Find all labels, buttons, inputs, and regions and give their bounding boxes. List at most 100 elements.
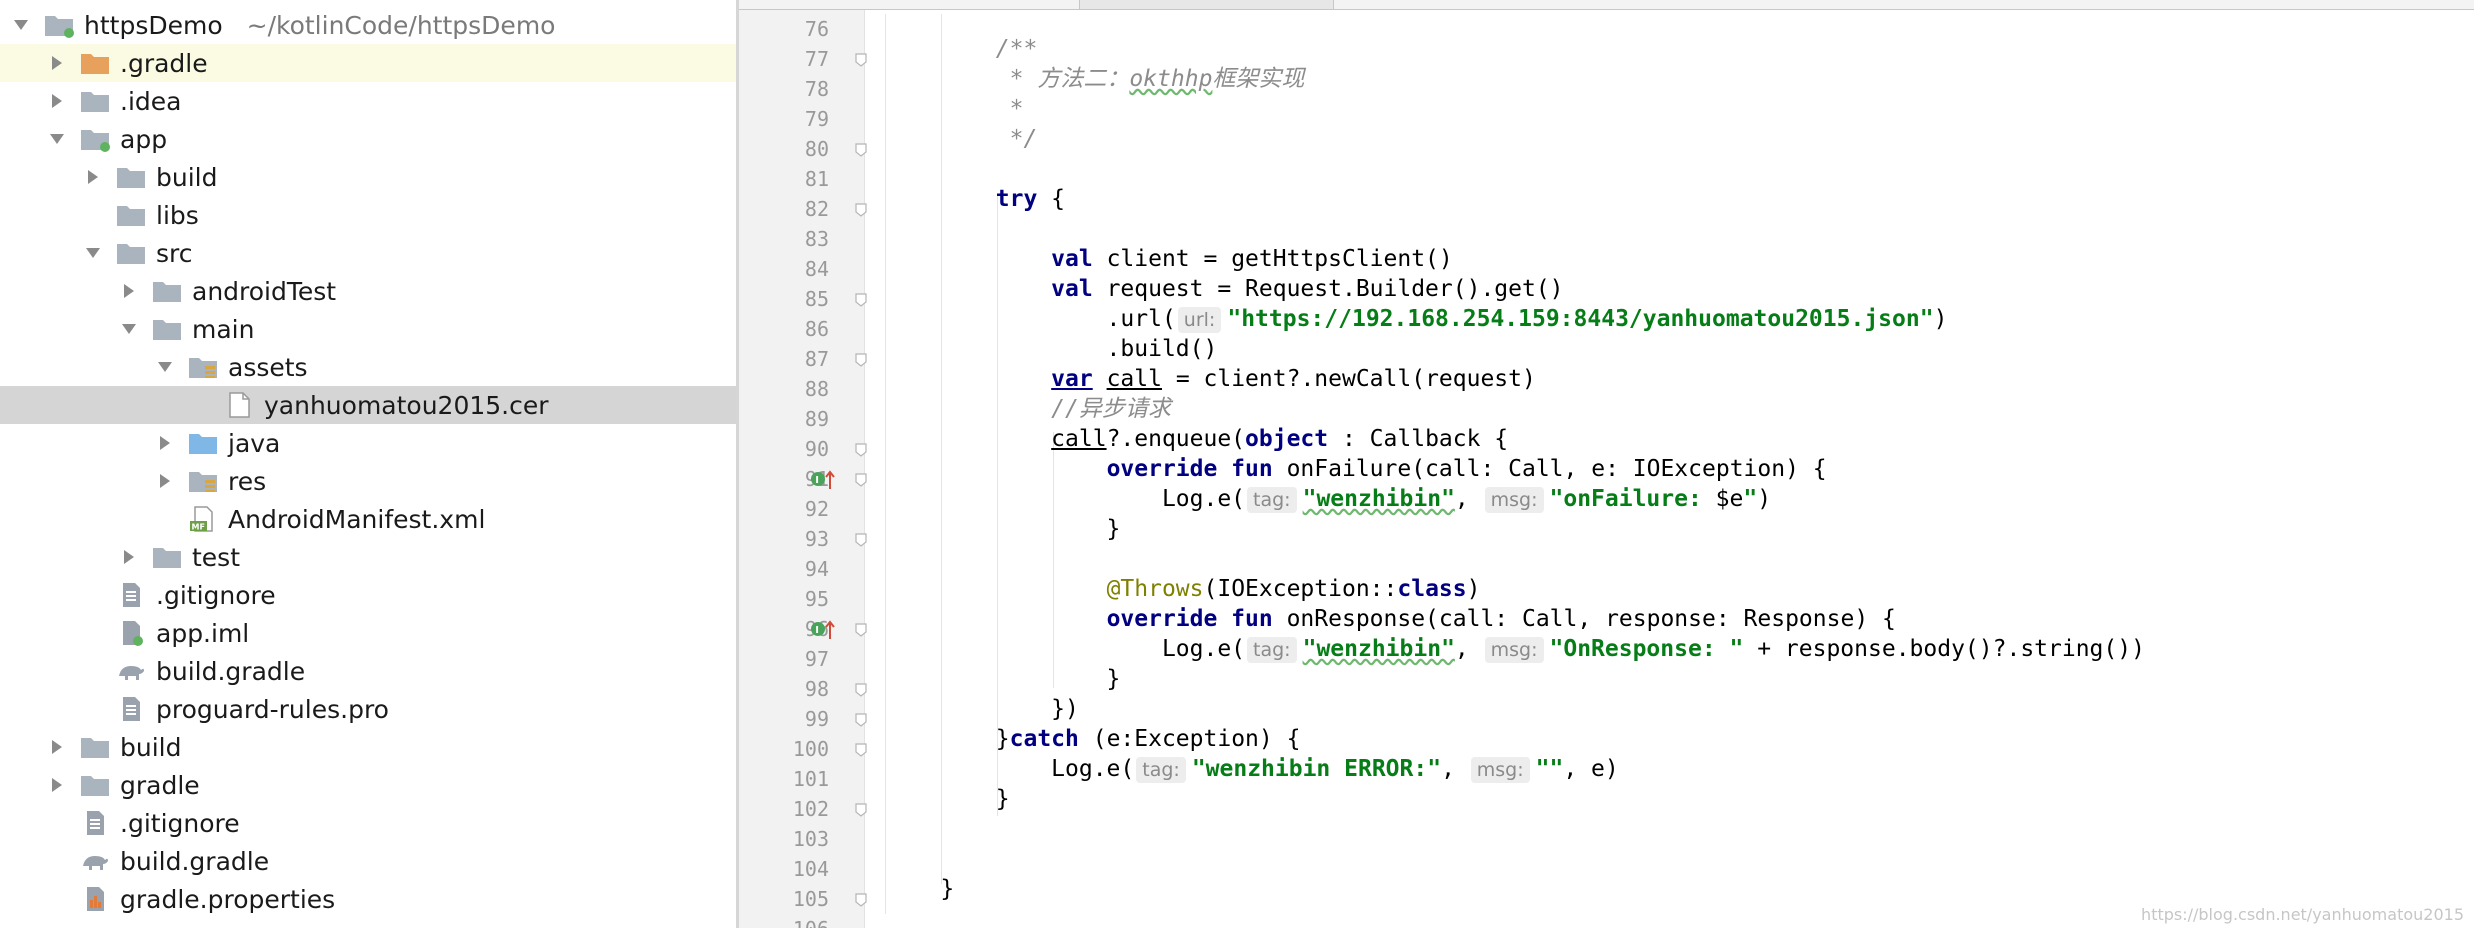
line-number[interactable]: 90	[739, 434, 829, 464]
line-number-gutter[interactable]: 76777879808182838485868788899091I9293949…	[739, 10, 868, 928]
tree-item[interactable]: .gitignore	[0, 576, 736, 614]
code-line[interactable]: * 方法二：okthhp框架实现	[885, 64, 1305, 94]
tree-item[interactable]: build.gradle	[0, 842, 736, 880]
line-number[interactable]: 84	[739, 254, 829, 284]
tree-item[interactable]: java	[0, 424, 736, 462]
chevron-right-icon[interactable]	[46, 90, 68, 112]
code-line[interactable]: }	[885, 514, 1121, 544]
tree-item[interactable]: androidTest	[0, 272, 736, 310]
fold-marker-icon[interactable]	[854, 532, 868, 547]
tree-item[interactable]: build	[0, 728, 736, 766]
code-line[interactable]: *	[885, 94, 1024, 124]
tree-item[interactable]: gradle	[0, 766, 736, 804]
fold-marker-icon[interactable]	[854, 892, 868, 907]
line-number[interactable]: 87	[739, 344, 829, 374]
code-line[interactable]: Log.e(tag: "wenzhibin ERROR:", msg: "", e)	[885, 754, 1619, 784]
line-number[interactable]: 92	[739, 494, 829, 524]
chevron-right-icon[interactable]	[118, 280, 140, 302]
chevron-right-icon[interactable]	[118, 546, 140, 568]
line-number[interactable]: 99	[739, 704, 829, 734]
line-number[interactable]: 79	[739, 104, 829, 134]
tree-item[interactable]: MF AndroidManifest.xml	[0, 500, 736, 538]
code-line[interactable]: val request = Request.Builder().get()	[885, 274, 1563, 304]
fold-marker-icon[interactable]	[854, 142, 868, 157]
code-line[interactable]: /**	[885, 34, 1038, 64]
line-number[interactable]: 77	[739, 44, 829, 74]
tree-item[interactable]: proguard-rules.pro	[0, 690, 736, 728]
line-number[interactable]: 85	[739, 284, 829, 314]
chevron-right-icon[interactable]	[154, 470, 176, 492]
code-line[interactable]: val client = getHttpsClient()	[885, 244, 1453, 274]
tree-item[interactable]: app.iml	[0, 614, 736, 652]
line-number[interactable]: 89	[739, 404, 829, 434]
code-line[interactable]: override fun onFailure(call: Call, e: IO…	[885, 454, 1827, 484]
line-number[interactable]: 82	[739, 194, 829, 224]
code-line[interactable]: .url(url: "https://192.168.254.159:8443/y…	[885, 304, 1947, 334]
code-line[interactable]: */	[885, 124, 1038, 154]
code-editor[interactable]: 76777879808182838485868788899091I9293949…	[739, 0, 2474, 928]
tree-item[interactable]: .gitignore	[0, 804, 736, 842]
tree-item[interactable]: build	[0, 158, 736, 196]
implements-override-icon[interactable]: I	[809, 467, 839, 491]
tree-item[interactable]: libs	[0, 196, 736, 234]
code-line[interactable]: Log.e(tag: "wenzhibin", msg: "OnResponse: …	[885, 634, 2145, 664]
tree-item[interactable]: assets	[0, 348, 736, 386]
chevron-right-icon[interactable]	[82, 166, 104, 188]
code-line[interactable]: }catch (e:Exception) {	[885, 724, 1301, 754]
chevron-down-icon[interactable]	[46, 128, 68, 150]
tree-item[interactable]: .idea	[0, 82, 736, 120]
tree-item[interactable]: httpsDemo ~/kotlinCode/httpsDemo	[0, 6, 736, 44]
code-line[interactable]: try {	[885, 184, 1065, 214]
line-number[interactable]: 86	[739, 314, 829, 344]
code-line[interactable]: }	[885, 784, 1010, 814]
tree-item[interactable]: build.gradle	[0, 652, 736, 690]
code-line[interactable]: //异步请求	[885, 394, 1171, 424]
line-number[interactable]: 93	[739, 524, 829, 554]
code-line[interactable]: Log.e(tag: "wenzhibin", msg: "onFailure: $…	[885, 484, 1771, 514]
line-number[interactable]: 106	[739, 914, 829, 928]
code-line[interactable]: override fun onResponse(call: Call, resp…	[885, 604, 1896, 634]
line-number[interactable]: 97	[739, 644, 829, 674]
chevron-down-icon[interactable]	[118, 318, 140, 340]
tree-item[interactable]: test	[0, 538, 736, 576]
tree-item[interactable]: app	[0, 120, 736, 158]
fold-marker-icon[interactable]	[854, 52, 868, 67]
chevron-down-icon[interactable]	[10, 14, 32, 36]
editor-tab-edge[interactable]	[739, 0, 1080, 9]
chevron-right-icon[interactable]	[46, 774, 68, 796]
code-line[interactable]: }	[885, 664, 1121, 694]
chevron-down-icon[interactable]	[154, 356, 176, 378]
fold-marker-icon[interactable]	[854, 472, 868, 487]
implements-override-icon[interactable]: I	[809, 617, 839, 641]
tree-item[interactable]: .gradle	[0, 44, 736, 82]
line-number[interactable]: 98	[739, 674, 829, 704]
tree-item[interactable]: yanhuomatou2015.cer	[0, 386, 736, 424]
line-number[interactable]: 95	[739, 584, 829, 614]
code-line[interactable]: @Throws(IOException::class)	[885, 574, 1481, 604]
line-number[interactable]: 88	[739, 374, 829, 404]
line-number[interactable]: 94	[739, 554, 829, 584]
tree-item[interactable]: main	[0, 310, 736, 348]
fold-marker-icon[interactable]	[854, 292, 868, 307]
line-number[interactable]: 83	[739, 224, 829, 254]
chevron-right-icon[interactable]	[46, 736, 68, 758]
fold-marker-icon[interactable]	[854, 712, 868, 727]
line-number[interactable]: 101	[739, 764, 829, 794]
fold-marker-icon[interactable]	[854, 442, 868, 457]
tree-item[interactable]: src	[0, 234, 736, 272]
line-number[interactable]: 102	[739, 794, 829, 824]
tree-item[interactable]: res	[0, 462, 736, 500]
line-number[interactable]: 78	[739, 74, 829, 104]
line-number[interactable]: 81	[739, 164, 829, 194]
code-line[interactable]: }	[885, 874, 954, 904]
line-number[interactable]: 100	[739, 734, 829, 764]
tree-item[interactable]: gradle.properties	[0, 880, 736, 918]
line-number[interactable]: 76	[739, 14, 829, 44]
fold-marker-icon[interactable]	[854, 622, 868, 637]
editor-tab-edge-2[interactable]	[1333, 0, 2474, 9]
chevron-right-icon[interactable]	[154, 432, 176, 454]
fold-marker-icon[interactable]	[854, 802, 868, 817]
chevron-right-icon[interactable]	[46, 52, 68, 74]
code-line[interactable]: .build()	[885, 334, 1218, 364]
line-number[interactable]: 103	[739, 824, 829, 854]
